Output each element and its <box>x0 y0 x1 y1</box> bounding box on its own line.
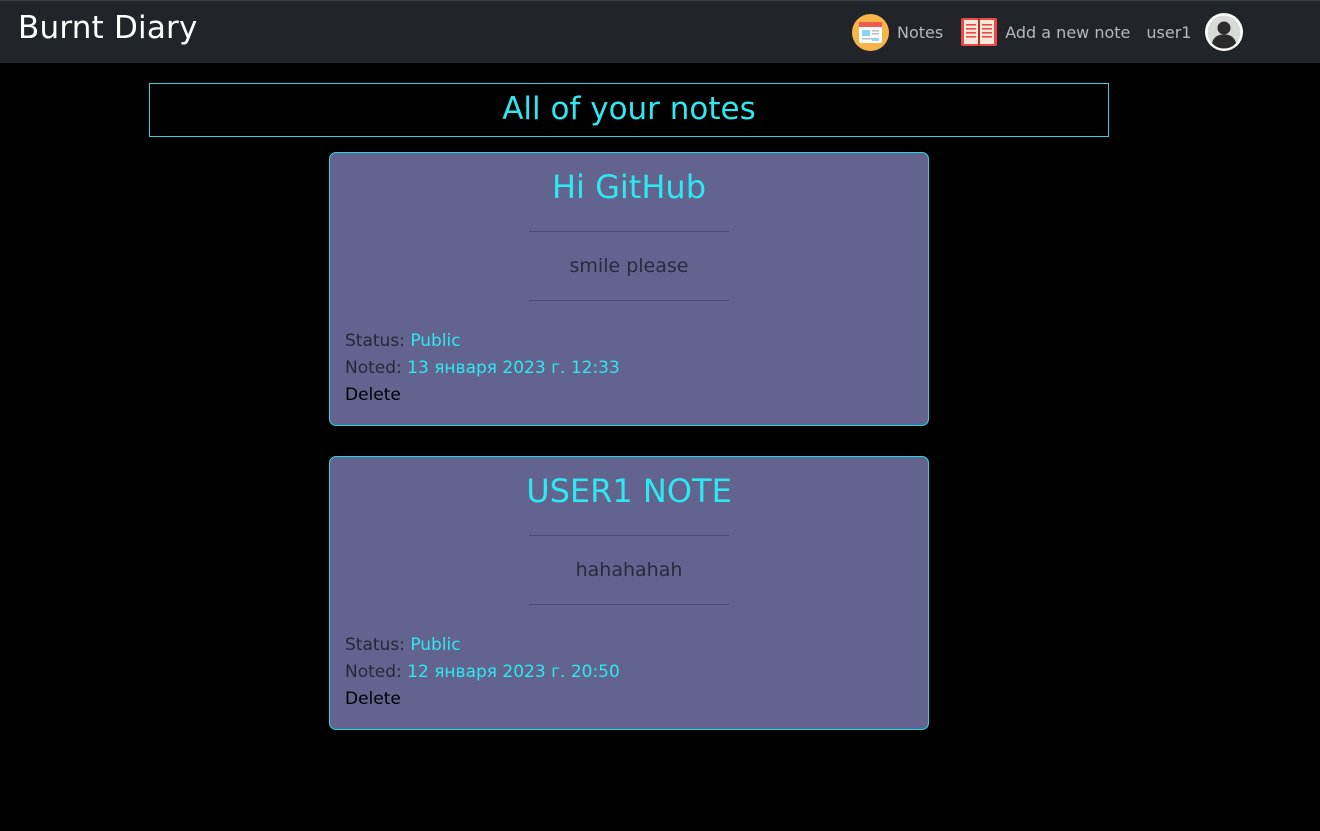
nav-add-note-label: Add a new note <box>1005 22 1131 42</box>
nav-add-note-link[interactable]: Add a new note <box>961 17 1130 47</box>
divider <box>529 604 729 605</box>
note-title: USER1 NOTE <box>526 472 732 510</box>
navbar: Burnt Diary Notes Add a new note user1 <box>0 0 1320 63</box>
note-body: hahahahah <box>575 559 683 581</box>
status-value: Public <box>410 331 461 351</box>
note-card: USER1 NOTE hahahahah Status: Public Note… <box>329 456 929 730</box>
noted-label: Noted: <box>345 662 402 682</box>
note-meta: Status: Public Noted: 12 января 2023 г. … <box>330 632 928 713</box>
noted-label: Noted: <box>345 358 402 378</box>
note-meta: Status: Public Noted: 13 января 2023 г. … <box>330 328 928 409</box>
noted-value: 13 января 2023 г. 12:33 <box>407 358 620 378</box>
divider <box>529 300 729 301</box>
nav-notes-label: Notes <box>897 22 944 42</box>
note-date: Noted: 12 января 2023 г. 20:50 <box>345 659 928 686</box>
page-title: All of your notes <box>502 91 756 127</box>
notebook-icon <box>961 17 998 47</box>
user-avatar-icon[interactable] <box>1204 12 1244 52</box>
note-card: Hi GitHub smile please Status: Public No… <box>329 152 929 426</box>
status-label: Status: <box>345 331 405 351</box>
note-date: Noted: 13 января 2023 г. 12:33 <box>345 355 928 382</box>
nav-notes-link[interactable]: Notes <box>852 13 944 51</box>
note-body: smile please <box>569 255 689 277</box>
newspaper-icon <box>852 13 889 51</box>
delete-note-link[interactable]: Delete <box>345 686 928 713</box>
status-value: Public <box>410 635 461 655</box>
nav-username: user1 <box>1146 22 1192 42</box>
note-title: Hi GitHub <box>551 168 706 206</box>
nav-right: Notes Add a new note user1 <box>852 12 1244 52</box>
note-status: Status: Public <box>345 632 928 659</box>
note-status: Status: Public <box>345 328 928 355</box>
brand-link[interactable]: Burnt Diary <box>18 10 198 46</box>
noted-value: 12 января 2023 г. 20:50 <box>407 662 620 682</box>
status-label: Status: <box>345 635 405 655</box>
delete-note-link[interactable]: Delete <box>345 382 928 409</box>
page-header: All of your notes <box>149 83 1109 137</box>
